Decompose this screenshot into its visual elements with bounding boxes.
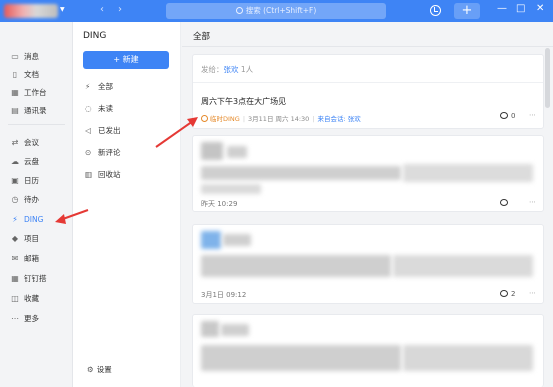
annotation-arrow: [55, 209, 89, 224]
annotation-arrow: [155, 117, 198, 148]
annotation-arrows: [55, 117, 198, 224]
